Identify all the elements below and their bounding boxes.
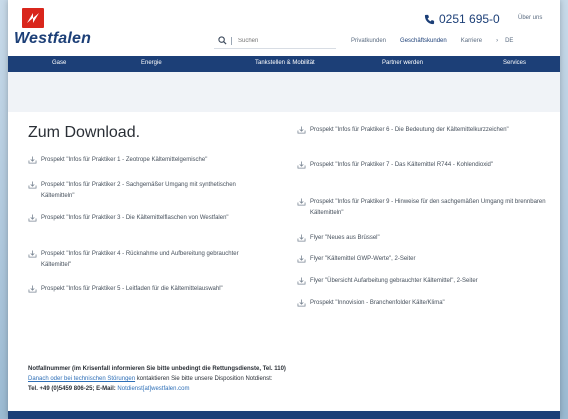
download-icon [297,277,306,285]
search-icon[interactable] [218,36,227,45]
emergency-phone: Tel. +49 (0)5459 806-25; E-Mail: [28,386,116,392]
download-item[interactable]: Prospekt "Infos für Praktiker 5 - Leitfa… [28,284,238,295]
download-label: Prospekt "Infos für Praktiker 9 - Hinwei… [310,199,546,216]
language-selector[interactable]: › DE [496,38,513,44]
download-item[interactable]: Prospekt "Innovision - Branchenfolder Kä… [297,298,549,309]
search-divider [231,36,232,45]
download-item[interactable]: Prospekt "Infos für Praktiker 7 - Das Kä… [297,160,532,171]
download-label: Prospekt "Innovision - Branchenfolder Kä… [310,300,445,306]
download-item[interactable]: Prospekt "Infos für Praktiker 2 - Sachge… [28,180,260,202]
westfalen-logo-icon[interactable] [22,8,44,28]
download-item[interactable]: Prospekt "Infos für Praktiker 3 - Die Kä… [28,213,260,224]
download-label: Prospekt "Infos für Praktiker 1 - Zeotro… [41,157,208,163]
download-label: Flyer "Kältemittel GWP-Werte", 2-Seiter [310,256,416,262]
download-label: Prospekt "Infos für Praktiker 6 - Die Be… [310,127,509,133]
nav-item-partner[interactable]: Partner werden [382,60,423,66]
phone-icon [424,14,435,24]
download-item[interactable]: Prospekt "Infos für Praktiker 1 - Zeotro… [28,155,278,166]
download-icon [297,126,306,134]
download-icon [28,250,37,258]
download-icon [297,161,306,169]
download-icon [28,214,37,222]
download-label: Flyer "Neues aus Brüssel" [310,235,380,241]
search-box[interactable] [214,33,336,49]
download-label: Prospekt "Infos für Praktiker 2 - Sachge… [41,182,236,199]
brand-name[interactable]: Westfalen [14,30,91,48]
technical-issues-link[interactable]: Danach oder bei technischen Störungen [28,376,135,382]
link-karriere[interactable]: Karriere [461,38,482,44]
download-icon [297,299,306,307]
download-item[interactable]: Prospekt "Infos für Praktiker 6 - Die Be… [297,125,532,136]
audience-links: Privatkunden Geschäftskunden Karriere › … [351,38,513,44]
emergency-email-link[interactable]: Notdienst[at]westfalen.com [116,386,189,392]
download-icon [28,181,37,189]
download-label: Prospekt "Infos für Praktiker 5 - Leitfa… [41,286,223,292]
link-privatkunden[interactable]: Privatkunden [351,38,386,44]
web-page: Westfalen 0251 695-0 Über uns Privatkund… [8,0,560,419]
link-geschaeftskunden[interactable]: Geschäftskunden [400,38,447,44]
main-navigation: Gase Energie Tankstellen & Mobilität Par… [8,56,560,72]
hero-band [8,72,560,112]
footer-bar [8,411,560,419]
download-icon [297,198,306,206]
download-icon [28,156,37,164]
download-item[interactable]: Prospekt "Infos für Praktiker 9 - Hinwei… [297,197,549,219]
download-item[interactable]: Flyer "Übersicht Aufarbeitung gebrauchte… [297,276,559,287]
download-item[interactable]: Flyer "Kältemittel GWP-Werte", 2-Seiter [297,254,549,265]
download-icon [28,285,37,293]
download-item[interactable]: Flyer "Neues aus Brüssel" [297,233,549,244]
download-icon [297,255,306,263]
phone-contact[interactable]: 0251 695-0 [424,12,500,26]
nav-item-energie[interactable]: Energie [141,60,162,66]
download-label: Prospekt "Infos für Praktiker 3 - Die Kä… [41,215,229,221]
nav-item-tankstellen[interactable]: Tankstellen & Mobilität [255,60,315,66]
download-icon [297,234,306,242]
page-title: Zum Download. [28,124,141,141]
language-code: DE [505,38,514,44]
chevron-right-icon: › [496,38,499,44]
emergency-heading: Notfallnummer (im Krisenfall informieren… [28,366,286,372]
phone-number: 0251 695-0 [439,12,500,26]
download-label: Prospekt "Infos für Praktiker 7 - Das Kä… [310,162,494,168]
download-label: Prospekt "Infos für Praktiker 4 - Rückna… [41,251,239,268]
nav-item-services[interactable]: Services [503,60,526,66]
search-input[interactable] [238,37,318,44]
emergency-text: kontaktieren Sie bitte unsere Dispositio… [135,376,273,382]
download-item[interactable]: Prospekt "Infos für Praktiker 4 - Rückna… [28,249,268,271]
download-label: Flyer "Übersicht Aufarbeitung gebrauchte… [310,278,478,284]
about-link[interactable]: Über uns [518,15,542,21]
nav-item-gase[interactable]: Gase [52,60,66,66]
site-header: Westfalen 0251 695-0 Über uns Privatkund… [8,0,560,56]
emergency-info: Notfallnummer (im Krisenfall informieren… [28,364,286,394]
